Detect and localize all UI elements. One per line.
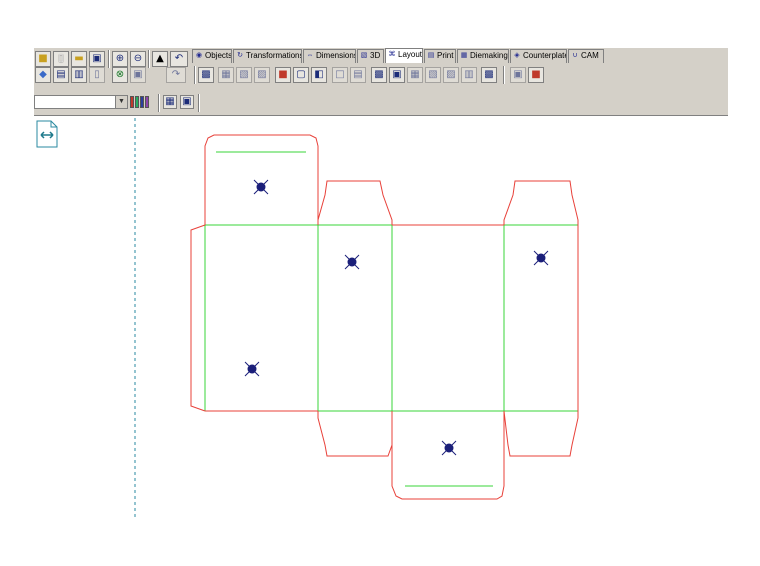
layout-tool-10-icon[interactable]: ▩ <box>371 67 387 83</box>
toolbar-separator <box>194 66 195 84</box>
layout-tool-7-icon[interactable]: ◧ <box>311 67 327 83</box>
tab-print[interactable]: ▤ Print <box>424 49 456 63</box>
tab-label: Layout <box>398 50 423 59</box>
tab-diemaking[interactable]: ▦ Diemaking <box>457 49 509 63</box>
pointer-icon[interactable]: ▲ <box>152 51 168 67</box>
tab-label: Transformations <box>246 51 302 60</box>
layout-tool-6-icon[interactable]: ▢ <box>293 67 309 83</box>
layout-tool-3-icon[interactable]: ▧ <box>236 67 252 83</box>
document-icon[interactable]: ▯ <box>89 67 105 83</box>
color-bar-red <box>130 96 134 108</box>
cut-lines <box>190 134 579 500</box>
tab-label: 3D <box>370 51 381 60</box>
tab-label: Dimensions <box>316 51 356 60</box>
new-document-icon[interactable]: ▯ <box>53 51 69 67</box>
counterplate-icon: ◈ <box>514 52 520 59</box>
layout-tool-12-icon[interactable]: ▦ <box>407 67 423 83</box>
application-window: ■ ▯ ▬ ▣ ⊕ ⊖ ▲ ↶ ◉ Objects ↻ Transformation… <box>0 0 760 566</box>
redo-icon[interactable]: ↷ <box>166 67 186 83</box>
zoom-out-icon[interactable]: ⊖ <box>130 51 146 67</box>
dimension-icon: ⇔ <box>306 52 314 59</box>
marker-icon[interactable] <box>244 361 260 377</box>
layout-tool-16-icon[interactable]: ▩ <box>481 67 497 83</box>
layout-icon: ⌘ <box>388 51 396 58</box>
cam-icon: ∪ <box>572 52 578 59</box>
undo-icon[interactable]: ↶ <box>170 51 188 67</box>
cube-icon: ▧ <box>360 52 368 59</box>
layout-tool-18-icon[interactable]: ■ <box>528 67 544 83</box>
tab-transformations[interactable]: ↻ Transformations <box>233 49 302 63</box>
toolbar-row-secondary: ◆ ▤ ▥ ▯ ⊗ ▣ ↷ ▩ ▦ ▧ ▨ ■ ▢ ◧ □ ▤ ▩ ▣ ▦ ▧ … <box>34 66 728 86</box>
objects-icon: ◉ <box>195 52 203 59</box>
toolbar-area: ■ ▯ ▬ ▣ ⊕ ⊖ ▲ ↶ ◉ Objects ↻ Transformation… <box>34 48 728 116</box>
toolbar-separator <box>158 94 159 112</box>
tab-label: CAM <box>581 51 599 60</box>
tab-counterplate[interactable]: ◈ Counterplate <box>510 49 567 63</box>
registration-markers <box>244 179 549 456</box>
color-bar-purple <box>145 96 149 108</box>
tab-3d[interactable]: ▧ 3D <box>357 49 384 63</box>
layer-view-icon[interactable]: ▣ <box>180 95 194 109</box>
layout-tool-13-icon[interactable]: ▧ <box>425 67 441 83</box>
marker-icon[interactable] <box>344 254 360 270</box>
zoom-extents-icon[interactable]: ▣ <box>130 67 146 83</box>
tab-label: Counterplate <box>523 51 567 60</box>
tab-layout[interactable]: ⌘ Layout <box>385 48 423 63</box>
color-bars-icon[interactable] <box>130 96 154 108</box>
drawing-canvas[interactable] <box>0 116 760 536</box>
shapes-icon[interactable]: ◆ <box>35 67 51 83</box>
color-bar-blue <box>140 96 144 108</box>
layer-select[interactable]: ▼ <box>34 95 128 109</box>
print-icon: ▤ <box>427 52 435 59</box>
chevron-down-icon[interactable]: ▼ <box>115 96 127 108</box>
marker-icon[interactable] <box>533 250 549 266</box>
transform-icon: ↻ <box>237 52 243 59</box>
tab-label: Objects <box>205 51 232 60</box>
layout-tool-8-icon[interactable]: □ <box>332 67 348 83</box>
print-preview-icon[interactable]: ▥ <box>71 67 87 83</box>
layout-tool-2-icon[interactable]: ▦ <box>218 67 234 83</box>
open-folder-icon[interactable]: ■ <box>35 51 51 67</box>
print-icon[interactable]: ▤ <box>53 67 69 83</box>
color-bar-green <box>135 96 139 108</box>
layout-tool-15-icon[interactable]: ▥ <box>461 67 477 83</box>
layout-tool-5-icon[interactable]: ■ <box>275 67 291 83</box>
layout-tool-11-icon[interactable]: ▣ <box>389 67 405 83</box>
tab-dimensions[interactable]: ⇔ Dimensions <box>303 49 356 63</box>
layout-tool-1-icon[interactable]: ▩ <box>198 67 214 83</box>
layout-tool-9-icon[interactable]: ▤ <box>350 67 366 83</box>
tab-cam[interactable]: ∪ CAM <box>568 49 604 63</box>
tab-label: Diemaking <box>470 51 508 60</box>
marker-icon[interactable] <box>441 440 457 456</box>
layout-tool-14-icon[interactable]: ▨ <box>443 67 459 83</box>
zoom-in-icon[interactable]: ⊕ <box>112 51 128 67</box>
toolbar-separator <box>198 94 199 112</box>
tab-objects[interactable]: ◉ Objects <box>192 49 232 63</box>
layer-settings-icon[interactable]: ▦ <box>163 95 177 109</box>
marker-icon[interactable] <box>253 179 269 195</box>
layout-tool-17-icon[interactable]: ▣ <box>510 67 526 83</box>
zoom-window-icon[interactable]: ⊗ <box>112 67 128 83</box>
save-icon[interactable]: ▣ <box>89 51 105 67</box>
diemaking-icon: ▦ <box>460 52 468 59</box>
layout-tool-4-icon[interactable]: ▨ <box>254 67 270 83</box>
toolbar-separator <box>503 66 504 84</box>
tab-label: Print <box>437 51 454 60</box>
open-file-icon[interactable]: ▬ <box>71 51 87 67</box>
